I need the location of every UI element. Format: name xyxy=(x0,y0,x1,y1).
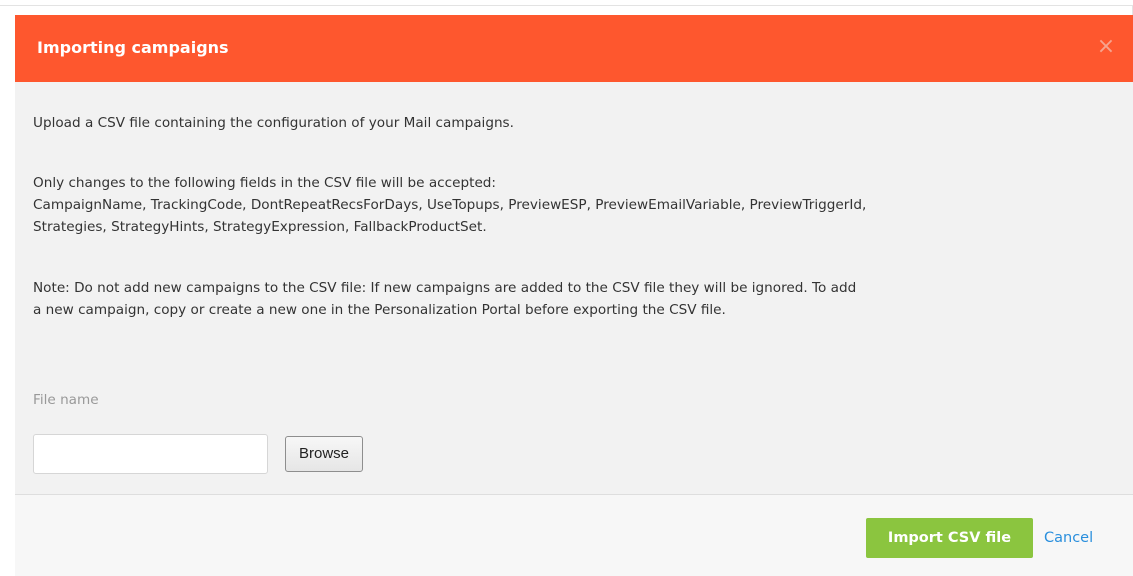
note-line-2: a new campaign, copy or create a new one… xyxy=(33,302,726,318)
dialog-title: Importing campaigns xyxy=(37,38,229,57)
import-campaigns-dialog: Importing campaigns × Upload a CSV file … xyxy=(15,15,1133,576)
fields-heading: Only changes to the following fields in … xyxy=(33,175,497,191)
browse-button[interactable]: Browse xyxy=(285,436,363,472)
fields-list-line-2: Strategies, StrategyHints, StrategyExpre… xyxy=(33,219,487,235)
dialog-header: Importing campaigns × xyxy=(15,15,1133,82)
note-line-1: Note: Do not add new campaigns to the CS… xyxy=(33,280,857,296)
cancel-link[interactable]: Cancel xyxy=(1044,528,1093,548)
file-name-label: File name xyxy=(33,392,99,408)
intro-text: Upload a CSV file containing the configu… xyxy=(33,115,514,131)
import-csv-button[interactable]: Import CSV file xyxy=(866,518,1033,558)
frame-edge-top xyxy=(0,5,1133,6)
app-frame: Importing campaigns × Upload a CSV file … xyxy=(0,0,1133,576)
close-icon[interactable]: × xyxy=(1093,34,1119,60)
fields-list-line-1: CampaignName, TrackingCode, DontRepeatRe… xyxy=(33,197,867,213)
file-name-input[interactable] xyxy=(33,434,268,474)
